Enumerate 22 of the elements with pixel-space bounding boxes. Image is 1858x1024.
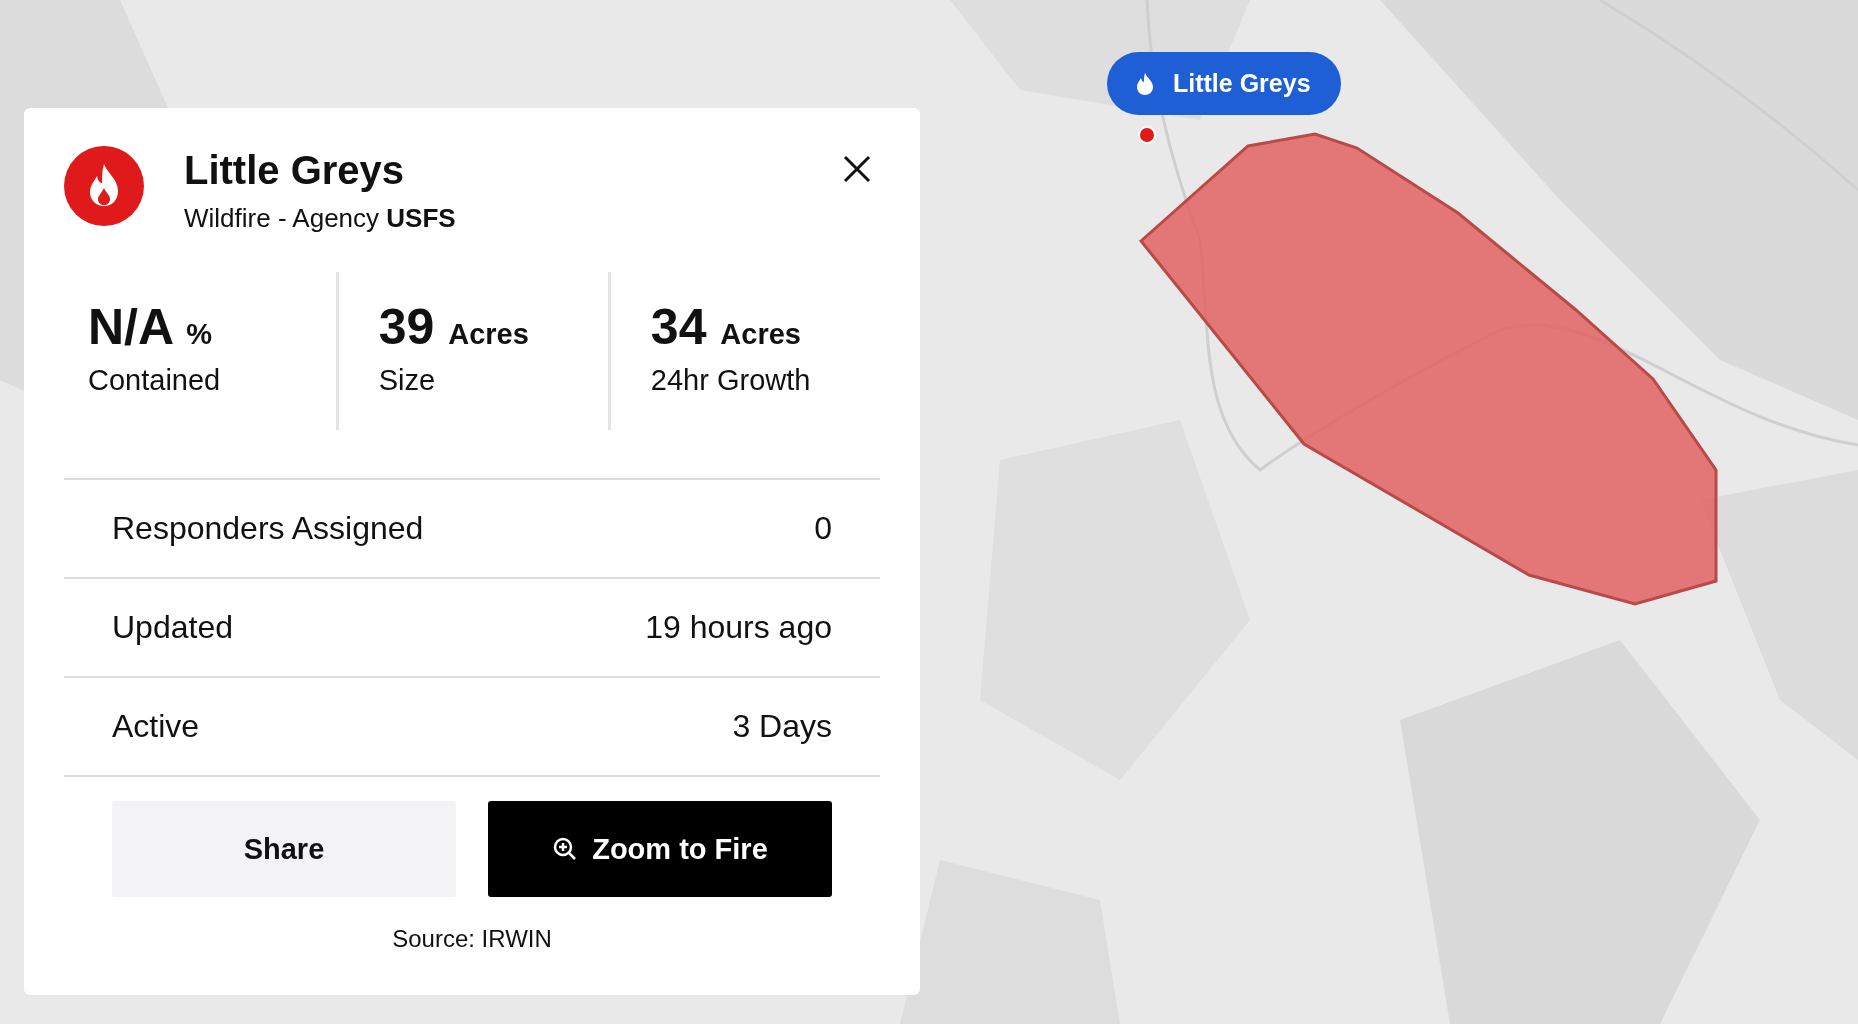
row-value: 19 hours ago: [645, 609, 832, 646]
fire-marker-label[interactable]: Little Greys: [1107, 52, 1341, 115]
stat-label: Contained: [88, 364, 222, 397]
row-label: Active: [112, 708, 200, 745]
row-value: 3 Days: [732, 708, 832, 745]
row-value: 0: [814, 510, 832, 547]
zoom-button[interactable]: Zoom to Fire: [488, 801, 832, 897]
flame-icon: [1135, 71, 1155, 96]
fire-title: Little Greys: [184, 148, 406, 193]
stat-label: 24hr Growth: [650, 364, 812, 397]
row-label: Responders Assigned: [112, 510, 424, 547]
flame-icon: [64, 146, 144, 226]
source-text: Source: IRWIN: [391, 925, 553, 953]
row-label: Updated: [112, 609, 233, 646]
close-button[interactable]: [842, 154, 872, 184]
stat-value: 34 Acres: [650, 298, 802, 356]
share-button[interactable]: Share: [112, 801, 456, 897]
fire-subtitle: Wildfire - Agency USFS: [184, 203, 457, 234]
stat-value: 39 Acres: [378, 298, 530, 356]
stat-value: N/A %: [88, 298, 213, 356]
stat-label: Size: [378, 364, 437, 397]
location-dot: [1138, 126, 1156, 144]
